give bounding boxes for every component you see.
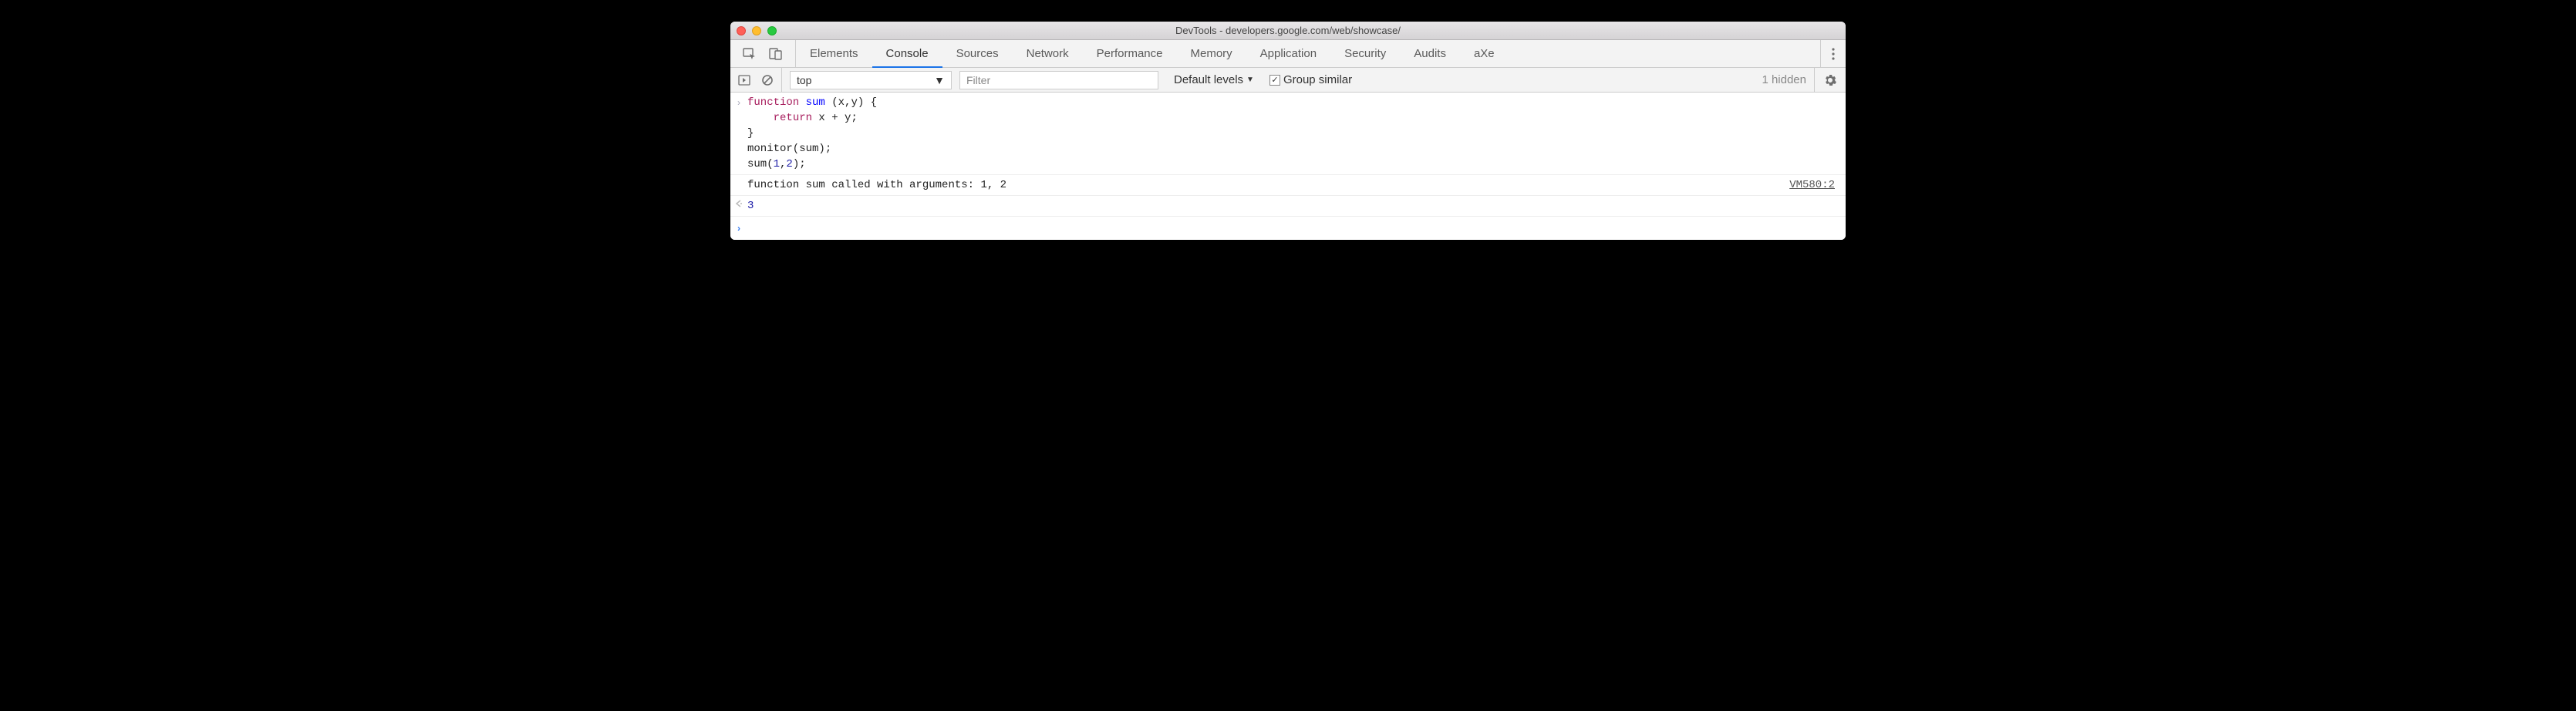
chevron-down-icon: ▼ <box>1246 76 1254 84</box>
console-input-row: › function sum (x,y) { return x + y; } m… <box>730 93 1846 175</box>
clear-console-icon[interactable] <box>761 74 774 86</box>
levels-label: Default levels <box>1174 73 1243 86</box>
tab-sources[interactable]: Sources <box>942 40 1013 67</box>
tab-elements[interactable]: Elements <box>796 40 872 67</box>
tab-label: Elements <box>810 47 858 60</box>
window-title: DevTools - developers.google.com/web/sho… <box>730 25 1846 36</box>
window-titlebar: DevTools - developers.google.com/web/sho… <box>730 22 1846 40</box>
tab-label: Sources <box>956 47 999 60</box>
tab-label: Security <box>1344 47 1386 60</box>
tab-application[interactable]: Application <box>1246 40 1330 67</box>
tab-label: aXe <box>1474 47 1495 60</box>
tab-axe[interactable]: aXe <box>1460 40 1509 67</box>
inspect-element-icon[interactable] <box>743 47 757 61</box>
console-body: › function sum (x,y) { return x + y; } m… <box>730 93 1846 240</box>
toggle-device-icon[interactable] <box>769 47 783 61</box>
inspect-tools <box>730 40 796 67</box>
more-menu-button[interactable] <box>1820 40 1846 67</box>
tab-console[interactable]: Console <box>872 40 942 67</box>
tab-performance[interactable]: Performance <box>1083 40 1177 67</box>
tab-label: Console <box>886 47 929 60</box>
checkbox-icon: ✓ <box>1269 75 1280 86</box>
log-levels-select[interactable]: Default levels ▼ <box>1174 73 1254 86</box>
tab-audits[interactable]: Audits <box>1400 40 1460 67</box>
input-chevron-icon: › <box>730 94 747 173</box>
tab-label: Performance <box>1097 47 1163 60</box>
tab-security[interactable]: Security <box>1330 40 1400 67</box>
filter-input[interactable] <box>959 71 1158 89</box>
console-log-row: function sum called with arguments: 1, 2… <box>730 175 1846 196</box>
group-similar-label: Group similar <box>1283 73 1352 86</box>
group-similar-checkbox[interactable]: ✓ Group similar <box>1269 73 1352 86</box>
context-value: top <box>797 74 811 86</box>
tab-memory[interactable]: Memory <box>1177 40 1246 67</box>
hidden-count[interactable]: 1 hidden <box>1762 73 1806 86</box>
devtools-window: DevTools - developers.google.com/web/sho… <box>730 22 1846 240</box>
result-chevron-icon <box>730 197 747 214</box>
tab-label: Network <box>1027 47 1069 60</box>
console-settings-button[interactable] <box>1814 68 1846 92</box>
console-prompt-row[interactable]: › <box>730 217 1846 240</box>
gear-icon <box>1824 74 1836 86</box>
console-log-message: function sum called with arguments: 1, 2 <box>747 177 1789 194</box>
console-result-value: 3 <box>747 197 1843 214</box>
log-source-link[interactable]: VM580:2 <box>1789 177 1843 193</box>
tab-network[interactable]: Network <box>1013 40 1083 67</box>
tab-label: Memory <box>1191 47 1232 60</box>
panel-tabs: Elements Console Sources Network Perform… <box>730 40 1846 68</box>
execution-context-select[interactable]: top ▼ <box>790 71 952 89</box>
prompt-chevron-icon: › <box>730 220 747 237</box>
console-input-code[interactable]: function sum (x,y) { return x + y; } mon… <box>747 94 1843 173</box>
chevron-down-icon: ▼ <box>934 74 945 86</box>
toggle-sidebar-icon[interactable] <box>738 74 750 86</box>
log-gutter <box>730 177 747 194</box>
tab-label: Application <box>1260 47 1317 60</box>
kebab-icon <box>1832 48 1835 60</box>
console-result-row: 3 <box>730 196 1846 217</box>
console-prompt-input[interactable] <box>747 220 1846 237</box>
console-toolbar: top ▼ Default levels ▼ ✓ Group similar 1… <box>730 68 1846 93</box>
tab-label: Audits <box>1414 47 1446 60</box>
